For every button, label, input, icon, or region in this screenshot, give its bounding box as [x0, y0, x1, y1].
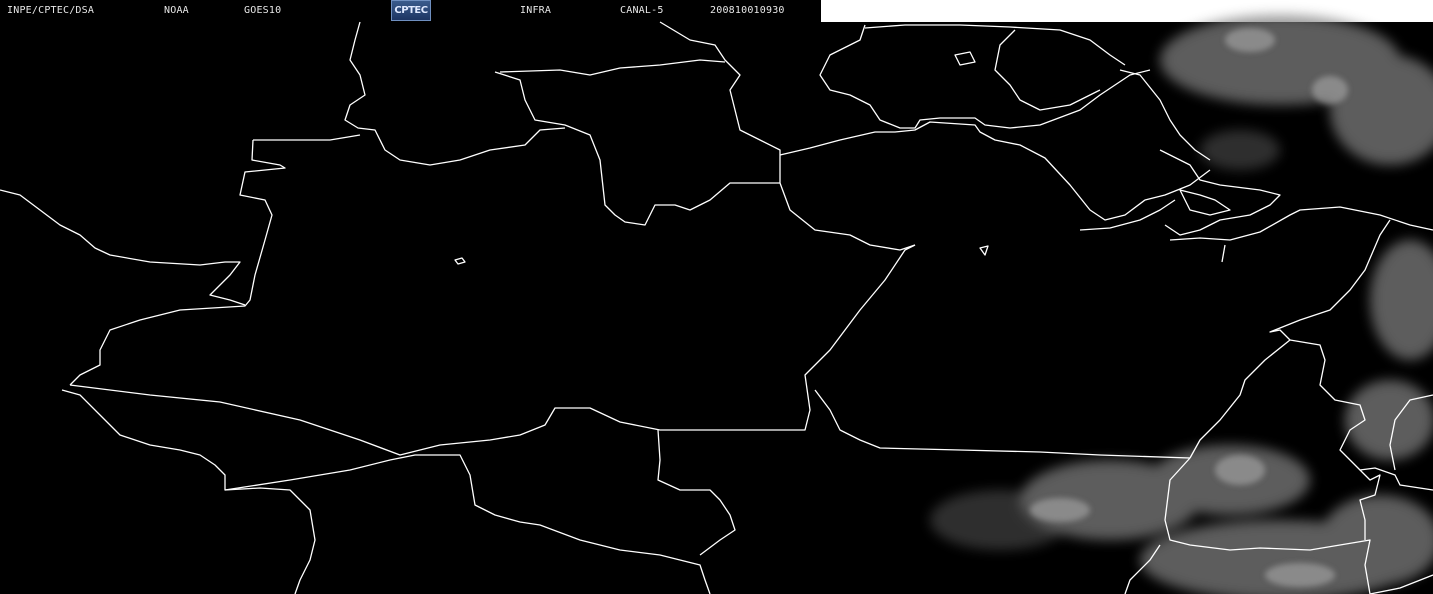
- cloud-cover: [930, 15, 1433, 594]
- satellite-map: [0, 15, 1433, 594]
